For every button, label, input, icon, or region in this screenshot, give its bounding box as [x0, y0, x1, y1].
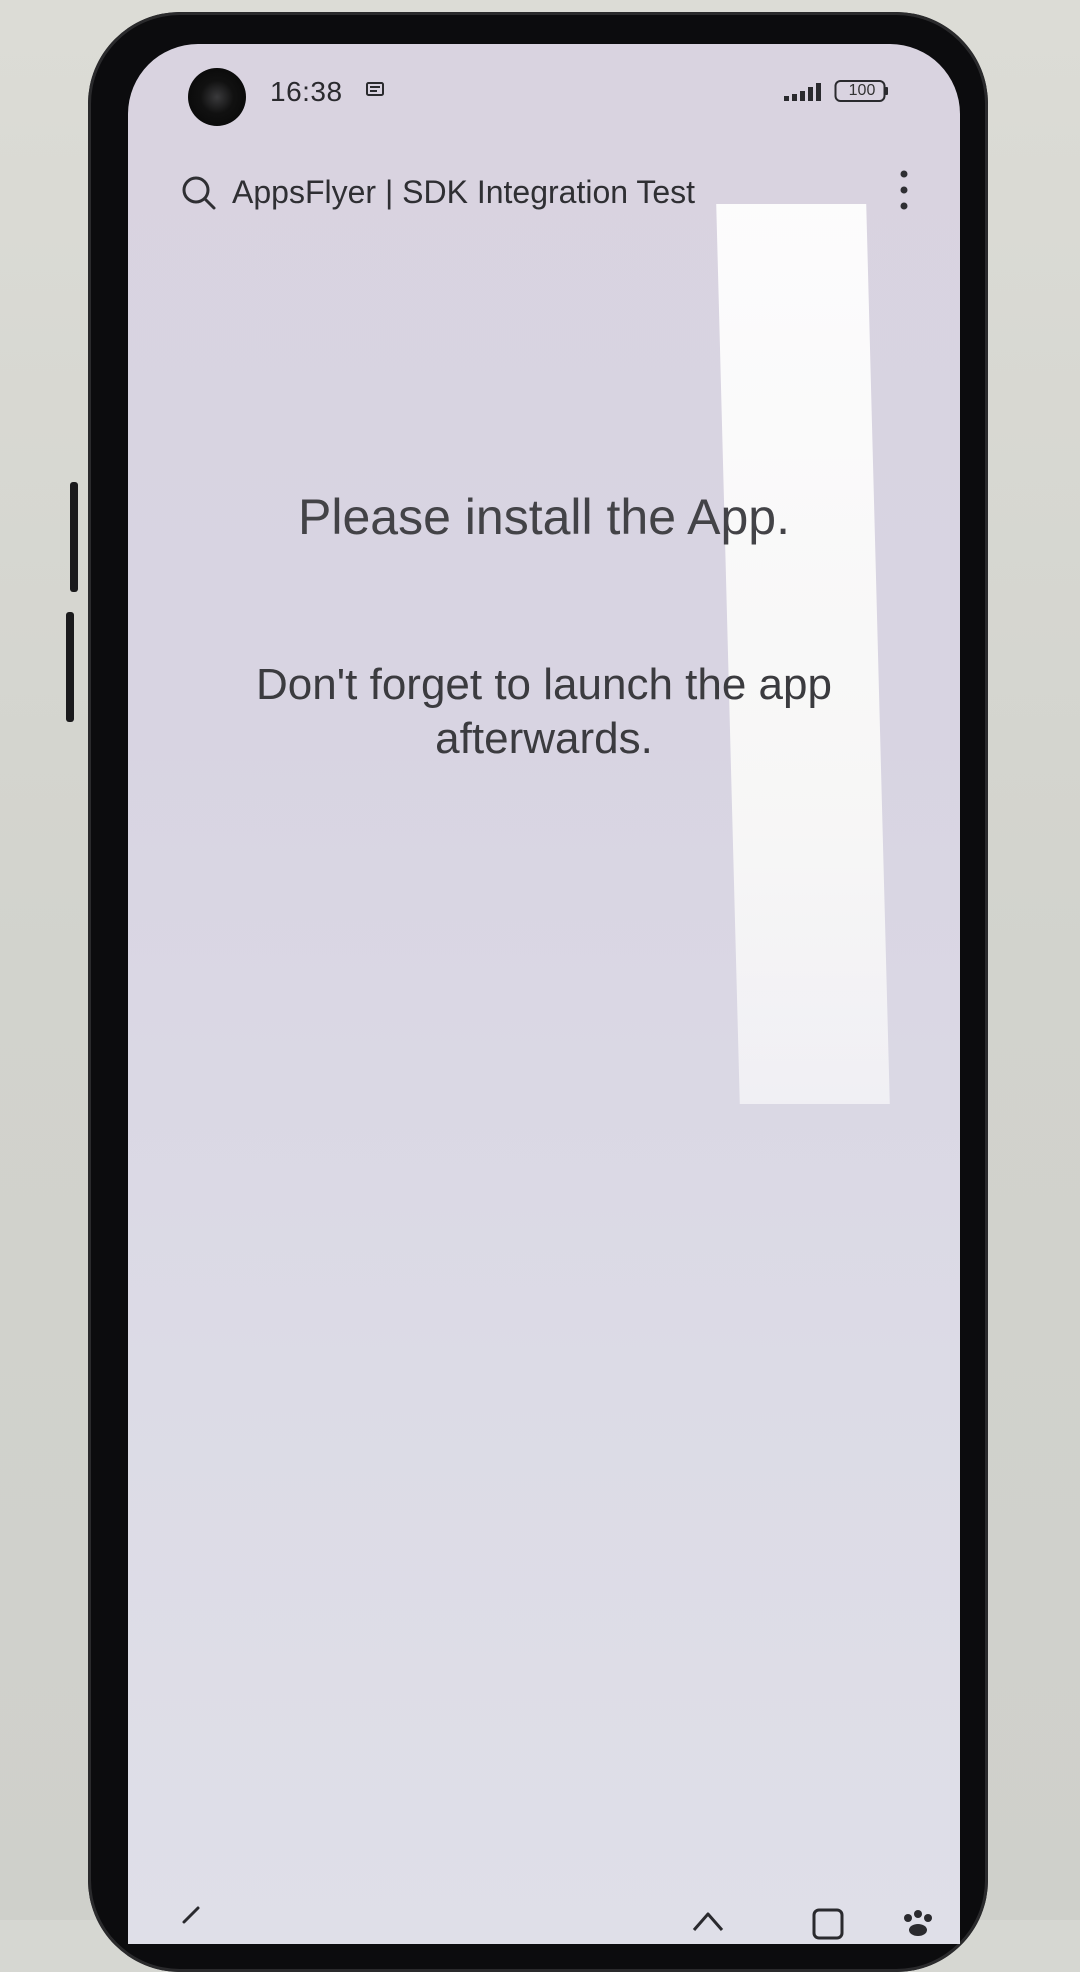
power-button	[66, 612, 74, 722]
status-time: 16:38	[270, 76, 343, 107]
install-heading: Please install the App.	[298, 489, 790, 545]
back-icon[interactable]	[168, 1900, 208, 1940]
signal-icon	[784, 83, 821, 101]
more-vert-icon[interactable]	[898, 168, 910, 212]
recents-icon[interactable]	[808, 1900, 848, 1940]
message-icon	[366, 82, 384, 96]
home-icon[interactable]	[688, 1900, 728, 1940]
navigation-bar	[128, 1894, 960, 1944]
screen-glare	[716, 204, 890, 1104]
status-bar: 16:38 100	[128, 44, 960, 140]
battery-level: 100	[848, 82, 876, 99]
battery-icon: 100	[834, 78, 890, 104]
front-camera	[188, 68, 246, 126]
assistant-icon[interactable]	[898, 1900, 938, 1940]
launch-reminder-text: Don't forget to launch the app afterward…	[256, 660, 832, 763]
phone-screen: 16:38 100 AppsFlyer | SDK Integration Te…	[128, 44, 960, 1944]
search-icon[interactable]	[180, 174, 218, 212]
volume-button	[70, 482, 78, 592]
search-query-title[interactable]: AppsFlyer | SDK Integration Test	[232, 174, 695, 211]
